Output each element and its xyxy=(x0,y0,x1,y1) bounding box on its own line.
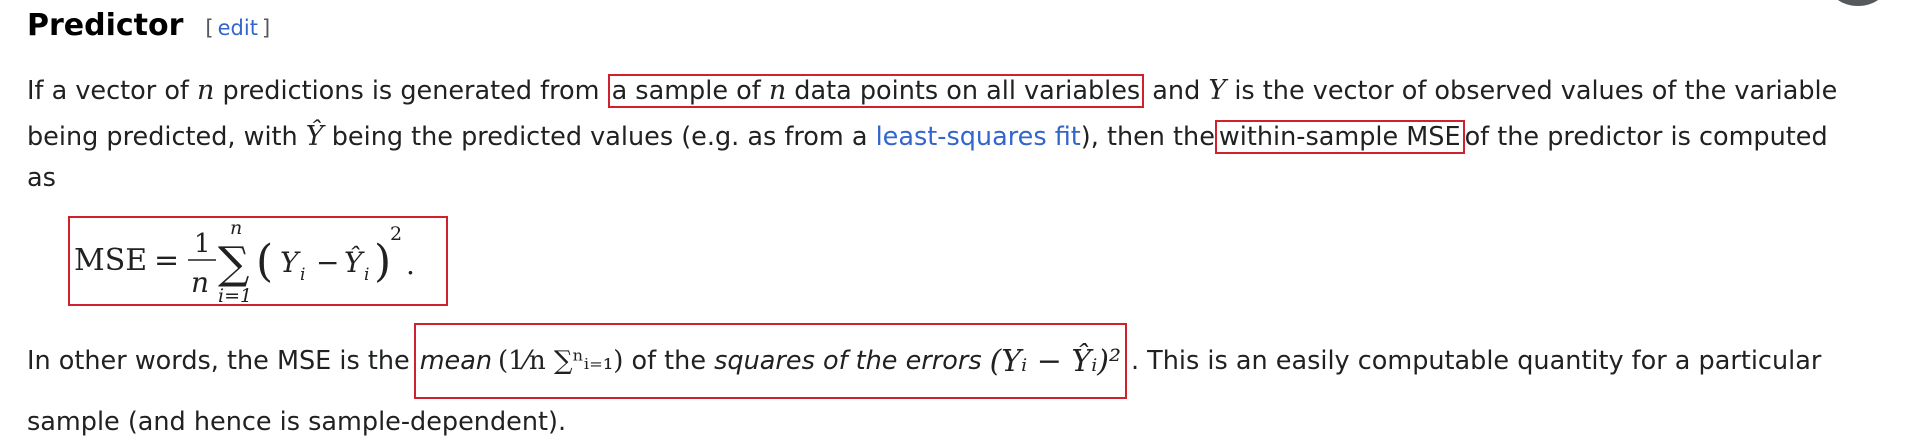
text-span: being the predicted values (e.g. as from… xyxy=(323,122,876,152)
math-n: n xyxy=(768,75,787,106)
paragraph-line-2: being predicted, with Ŷ being the predic… xyxy=(27,114,1887,160)
math-n: n xyxy=(197,75,215,106)
text-span: ), then the xyxy=(1080,122,1215,152)
edit-bracket-open: [ xyxy=(205,16,214,40)
paragraph-in-other-words: In other words, the MSE is the mean (1⁄n… xyxy=(27,322,1821,442)
paragraph-predictor: If a vector of n predictions is generate… xyxy=(27,68,1887,196)
text-mean: mean xyxy=(419,346,493,376)
article-section: Predictor [edit] If a vector of n predic… xyxy=(27,8,1887,196)
edit-section: [edit] xyxy=(205,16,270,40)
paragraph2-line-1: In other words, the MSE is the mean (1⁄n… xyxy=(27,322,1821,400)
highlight-mean-of-squares: mean (1⁄n ∑ⁿᵢ₌₁) of the squares of the e… xyxy=(413,323,1127,399)
section-heading-row: Predictor [edit] xyxy=(27,8,1887,54)
text-span: is the vector of observed values of the … xyxy=(1226,76,1838,106)
mse-formula-box: MSE = 1 n ∑ n i=1 ( Y i − Ŷ i ) 2 . xyxy=(68,216,448,306)
text-span: If a vector of xyxy=(27,76,198,106)
formula-Y: Y xyxy=(280,246,301,279)
text-span: In other words, the MSE is the xyxy=(27,346,410,376)
formula-period: . xyxy=(406,248,415,281)
math-errors: (Yᵢ − Ŷᵢ)² xyxy=(989,343,1121,379)
math-Y: Y xyxy=(1208,75,1227,106)
text-span: . This is an easily computable quantity … xyxy=(1130,346,1822,376)
text-span: predictions is generated from xyxy=(214,76,608,106)
highlight-within-sample-mse: within-sample MSE xyxy=(1214,120,1465,154)
text-span: and xyxy=(1144,76,1209,106)
formula-square: 2 xyxy=(390,223,402,245)
text-span: of the xyxy=(623,346,715,376)
least-squares-fit-link[interactable]: least-squares fit xyxy=(876,122,1081,152)
formula-lhs: MSE xyxy=(74,243,147,278)
paragraph-line-3: as xyxy=(27,163,56,193)
formula-minus: − xyxy=(316,246,339,279)
edit-bracket-close: ] xyxy=(261,16,271,40)
formula-sum-lower: i=1 xyxy=(218,285,252,304)
formula-numerator: 1 xyxy=(194,229,211,259)
text-span: data points on all variables xyxy=(786,76,1141,106)
formula-Y-hat: Ŷ xyxy=(344,246,365,279)
section-heading: Predictor xyxy=(27,8,184,43)
formula-equals: = xyxy=(154,243,179,278)
text-span: a sample of xyxy=(611,76,769,106)
formula-sub-i: i xyxy=(300,265,305,285)
formula-rparen: ) xyxy=(374,236,391,287)
edit-link[interactable]: edit xyxy=(218,16,258,40)
text-span: of the predictor is computed xyxy=(1464,122,1828,152)
math-Y-hat: Ŷ xyxy=(305,121,324,152)
formula-sum: ∑ xyxy=(218,238,249,289)
formula-sum-upper: n xyxy=(230,218,242,239)
user-avatar[interactable] xyxy=(1828,0,1888,6)
highlight-sample: a sample of n data points on all variabl… xyxy=(607,74,1145,108)
formula-lparen: ( xyxy=(256,236,273,287)
text-span: being predicted, with xyxy=(27,122,306,152)
formula-denominator: n xyxy=(191,266,209,299)
math-mean-operator: (1⁄n ∑ⁿᵢ₌₁) xyxy=(498,346,624,376)
paragraph2-line-2: sample (and hence is sample-dependent). xyxy=(27,407,567,437)
text-squares-of-errors: squares of the errors xyxy=(714,346,982,376)
formula-sub-i-hat: i xyxy=(364,265,369,285)
paragraph-line-1: If a vector of n predictions is generate… xyxy=(27,68,1887,114)
mse-formula: MSE = 1 n ∑ n i=1 ( Y i − Ŷ i ) 2 . xyxy=(74,218,415,304)
